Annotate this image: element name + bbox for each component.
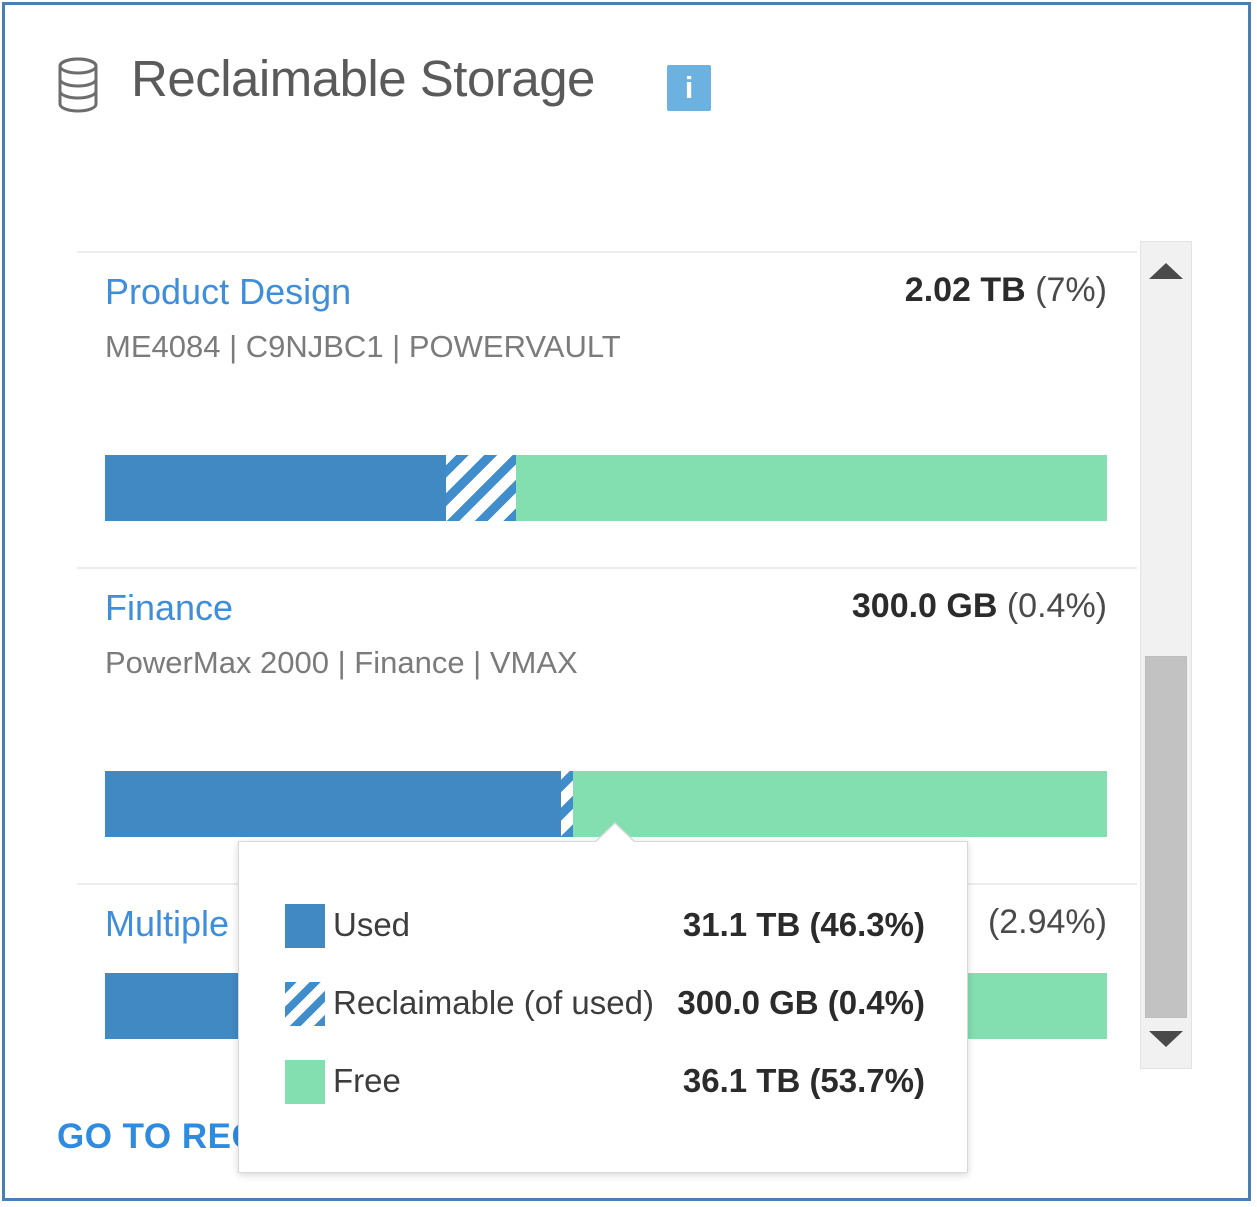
usage-bar[interactable]: [105, 455, 1107, 521]
list-item-name[interactable]: Multiple: [105, 903, 229, 945]
tooltip-row-free: Free 36.1 TB (53.7%): [285, 1060, 925, 1104]
list-item-value-main: 2.02 TB: [904, 271, 1026, 309]
free-swatch-icon: [285, 1060, 325, 1104]
reclaimable-storage-card: Reclaimable Storage i Product Design 2.0…: [2, 2, 1251, 1201]
list-item-name[interactable]: Product Design: [105, 271, 351, 313]
vertical-scrollbar[interactable]: [1140, 241, 1192, 1069]
list-item[interactable]: Finance 300.0 GB (0.4%) PowerMax 2000 | …: [77, 567, 1137, 837]
usage-tooltip: Used 31.1 TB (46.3%) Reclaimable (of use…: [238, 822, 968, 1173]
list-item-header: Product Design 2.02 TB (7%) ME4084 | C9N…: [77, 253, 1137, 364]
list-item-subtitle: PowerMax 2000 | Finance | VMAX: [105, 645, 578, 680]
scrollbar-thumb[interactable]: [1145, 656, 1187, 1018]
list-item-value: 2.02 TB (7%): [905, 271, 1107, 310]
list-item-value-main: 300.0 GB: [851, 587, 998, 625]
reclaimable-swatch-icon: [285, 982, 325, 1026]
used-swatch-icon: [285, 904, 325, 948]
card-header: Reclaimable Storage i: [5, 5, 1248, 165]
tooltip-value: 300.0 GB (0.4%): [677, 984, 925, 1021]
list-item-subtitle: ME4084 | C9NJBC1 | POWERVAULT: [105, 329, 621, 364]
go-to-reclaimable-link[interactable]: GO TO REC: [57, 1117, 257, 1157]
list-item-name[interactable]: Finance: [105, 587, 233, 629]
scroll-up-arrow-icon[interactable]: [1141, 248, 1191, 294]
database-icon: [57, 57, 99, 113]
tooltip-row-used: Used 31.1 TB (46.3%): [285, 904, 925, 948]
page-title: Reclaimable Storage: [131, 50, 595, 107]
list-item-value: 300.0 GB (0.4%): [852, 587, 1107, 626]
list-item-header: Finance 300.0 GB (0.4%) PowerMax 2000 | …: [77, 569, 1137, 680]
list-item-value-pct: (2.94%): [987, 903, 1107, 941]
info-icon[interactable]: i: [667, 65, 711, 111]
tooltip-value: 36.1 TB (53.7%): [682, 1062, 925, 1099]
tooltip-row-reclaimable: Reclaimable (of used) 300.0 GB (0.4%): [285, 982, 925, 1026]
usage-bar-used-segment: [105, 771, 561, 837]
usage-bar-reclaimable-segment: [445, 455, 516, 521]
list-item-value-pct: (0.4%): [1006, 587, 1107, 625]
scroll-down-arrow-icon[interactable]: [1141, 1016, 1191, 1062]
list-item[interactable]: Product Design 2.02 TB (7%) ME4084 | C9N…: [77, 251, 1137, 521]
tooltip-caret-inner: [594, 824, 636, 844]
tooltip-label: Free: [333, 1062, 401, 1099]
tooltip-value: 31.1 TB (46.3%): [682, 906, 925, 943]
tooltip-label: Reclaimable (of used): [333, 984, 654, 1021]
list-item-value: (2.94%): [988, 903, 1107, 942]
usage-bar-reclaimable-segment: [560, 771, 573, 837]
tooltip-label: Used: [333, 906, 411, 943]
usage-bar-used-segment: [105, 455, 446, 521]
list-item-value-pct: (7%): [1035, 271, 1107, 309]
